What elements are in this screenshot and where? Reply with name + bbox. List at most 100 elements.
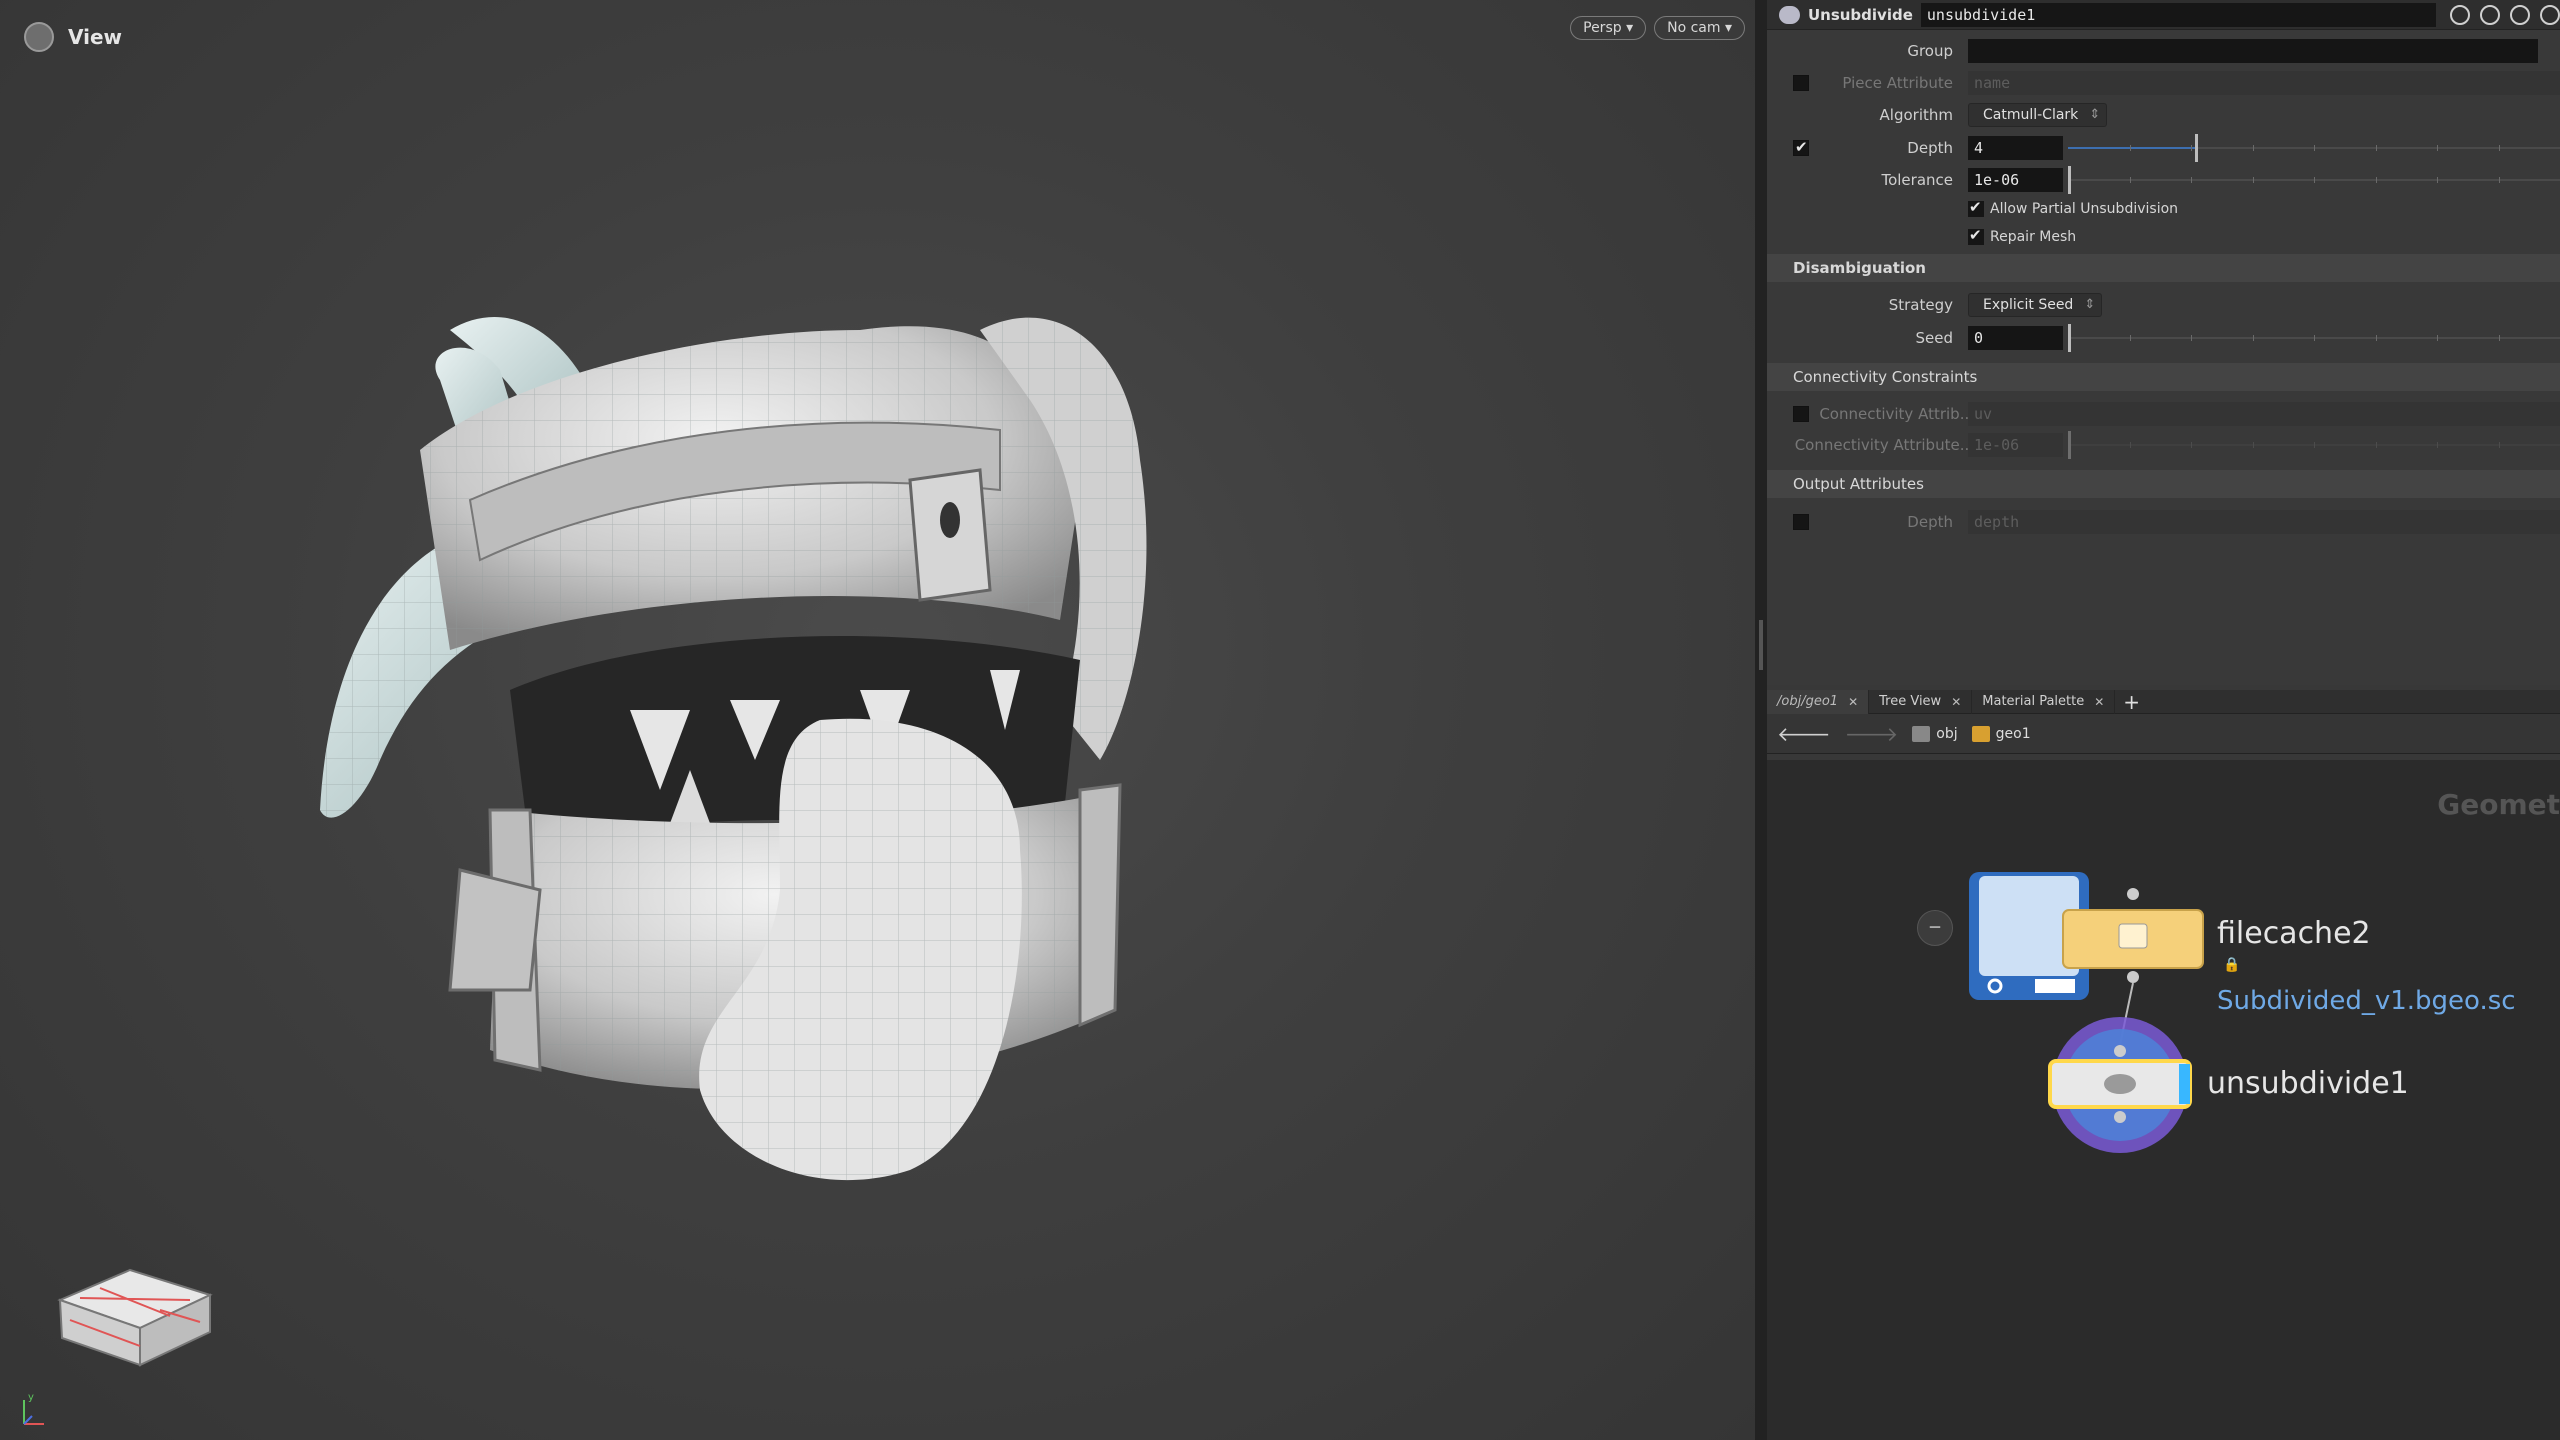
close-icon[interactable]: ✕ <box>2094 695 2104 709</box>
slider-tick <box>2375 177 2377 183</box>
network-editor[interactable]: Geomet – 🔒 filecache2 Subdivided_v1.bgeo… <box>1767 760 2560 1440</box>
output-depth-toggle[interactable] <box>1793 514 1809 530</box>
tab-tree-view[interactable]: Tree View ✕ <box>1869 689 1973 714</box>
seed-row: Seed 0 <box>1767 324 2560 352</box>
slider-tick <box>2437 177 2438 183</box>
algorithm-select[interactable]: Catmull-Clark <box>1968 103 2108 127</box>
slider-tick <box>2314 442 2315 448</box>
slider-tick <box>2191 335 2192 341</box>
gear-icon[interactable] <box>2450 4 2470 25</box>
seed-slider-handle[interactable] <box>2068 324 2071 352</box>
right-panel: Unsubdivide unsubdivide1 Group Piece Att… <box>1767 0 2560 1440</box>
houdini-app: View Persp ▾ No cam ▾ y Unsubdivide unsu… <box>0 0 2560 1440</box>
strategy-label: Strategy <box>1888 296 1953 314</box>
depth-slider-handle[interactable] <box>2194 134 2198 162</box>
forward-arrow-icon[interactable]: 🡒 <box>1845 722 1899 746</box>
viewport-camera-controls: Persp ▾ No cam ▾ <box>1570 16 1745 40</box>
breadcrumb-obj[interactable]: obj <box>1912 725 1958 742</box>
tab-material-palette[interactable]: Material Palette ✕ <box>1972 689 2116 714</box>
output-attributes-section[interactable]: Output Attributes <box>1767 470 2560 498</box>
obj-icon <box>1912 725 1931 742</box>
output-depth-row: Depth depth <box>1767 508 2560 536</box>
add-tab-icon[interactable]: + <box>2115 690 2140 714</box>
repair-mesh-row: Repair Mesh <box>1767 223 2560 251</box>
scene-viewport[interactable]: View Persp ▾ No cam ▾ y <box>0 0 1755 1440</box>
unsubdivide-output-port[interactable] <box>2114 1111 2126 1123</box>
repair-mesh-toggle[interactable] <box>1968 226 1984 245</box>
pane-splitter[interactable] <box>1755 0 1767 1440</box>
connectivity-attrib-row: Connectivity Attrib... uv <box>1767 400 2560 428</box>
depth-row: Depth 4 <box>1767 134 2560 162</box>
algorithm-label: Algorithm <box>1879 106 1953 124</box>
display-flag-icon[interactable] <box>2179 1064 2190 1104</box>
partial-unsubdivision-toggle[interactable] <box>1968 198 1984 217</box>
slider-tick <box>2252 442 2254 448</box>
seed-label: Seed <box>1915 329 1954 347</box>
output-depth-field[interactable]: depth <box>1968 510 2560 534</box>
parameter-header: Unsubdivide unsubdivide1 <box>1767 0 2560 30</box>
unsubdivide-node-glyph <box>2104 1074 2136 1094</box>
search-icon[interactable] <box>2510 4 2530 25</box>
group-row: Group <box>1767 37 2560 65</box>
piece-attribute-toggle[interactable] <box>1793 75 1809 91</box>
seed-slider[interactable] <box>2068 324 2560 352</box>
connectivity-section[interactable]: Connectivity Constraints <box>1767 363 2560 391</box>
breadcrumb-obj-label: obj <box>1936 725 1958 742</box>
connectivity-attrib2-field[interactable]: 1e-06 <box>1968 433 2063 457</box>
slider-tick <box>2314 335 2315 341</box>
strategy-select[interactable]: Explicit Seed <box>1968 293 2103 317</box>
parameter-editor: Unsubdivide unsubdivide1 Group Piece Att… <box>1767 0 2560 685</box>
connectivity-attrib-field[interactable]: uv <box>1968 402 2560 426</box>
disambiguation-section[interactable]: Disambiguation <box>1767 254 2560 282</box>
slider-tick <box>2252 145 2254 151</box>
slider-tick <box>2191 145 2192 151</box>
connectivity-attrib-label: Connectivity Attrib... <box>1819 405 1974 423</box>
filecache2-name: filecache2 <box>2217 916 2371 951</box>
persp-menu-button[interactable]: Persp ▾ <box>1570 16 1647 40</box>
piece-attribute-field[interactable]: name <box>1968 71 2560 95</box>
depth-label: Depth <box>1907 139 1953 157</box>
tolerance-slider-handle[interactable] <box>2068 166 2071 194</box>
close-icon[interactable]: ✕ <box>1848 695 1858 709</box>
view-cube-icon[interactable] <box>40 1250 220 1370</box>
view-icon[interactable] <box>24 22 54 52</box>
help-icon[interactable] <box>2540 4 2560 25</box>
unsubdivide-input-port[interactable] <box>2114 1045 2126 1057</box>
slider-tick <box>2191 177 2192 183</box>
slider-tick <box>2437 335 2438 341</box>
node-graph <box>1969 872 2204 1153</box>
connectivity-attrib2-label: Connectivity Attribute... <box>1794 436 1974 454</box>
repair-mesh-label: Repair Mesh <box>1990 229 2077 245</box>
camera-menu-button[interactable]: No cam ▾ <box>1654 16 1745 40</box>
seed-field[interactable]: 0 <box>1968 326 2063 350</box>
algorithm-row: Algorithm Catmull-Clark <box>1767 101 2560 129</box>
slider-tick <box>2498 145 2500 151</box>
geo-icon <box>1971 725 1990 742</box>
depth-field[interactable]: 4 <box>1968 136 2063 160</box>
piece-attribute-row: Piece Attribute name <box>1767 69 2560 97</box>
tolerance-slider[interactable] <box>2068 166 2560 194</box>
tolerance-field[interactable]: 1e-06 <box>1968 168 2063 192</box>
tab-material-palette-label: Material Palette <box>1982 694 2085 709</box>
connectivity-attrib-toggle[interactable] <box>1793 406 1809 422</box>
strategy-row: Strategy Explicit Seed <box>1767 291 2560 319</box>
slider-tick <box>2437 442 2438 448</box>
connectivity-attrib2-slider[interactable] <box>2068 431 2560 459</box>
filecache-output-port[interactable] <box>2127 971 2139 983</box>
depth-toggle[interactable] <box>1793 138 1809 156</box>
slider-tick <box>2252 177 2254 183</box>
connectivity-slider-handle[interactable] <box>2068 431 2071 459</box>
group-field[interactable] <box>1968 39 2538 63</box>
filecache-input-port[interactable] <box>2127 888 2139 900</box>
slider-tick <box>2129 442 2131 448</box>
tab-network[interactable]: /obj/geo1 ✕ <box>1767 689 1870 714</box>
partial-unsubdivision-row: Allow Partial Unsubdivision <box>1767 195 2560 223</box>
brush-icon[interactable] <box>2480 4 2500 25</box>
breadcrumb-geo[interactable]: geo1 <box>1971 725 2031 742</box>
back-arrow-icon[interactable]: 🡐 <box>1777 722 1831 746</box>
slider-tick <box>2437 145 2438 151</box>
node-name-field[interactable]: unsubdivide1 <box>1920 2 2436 27</box>
close-icon[interactable]: ✕ <box>1951 695 1961 709</box>
depth-slider[interactable] <box>2068 134 2560 162</box>
slider-tick <box>2498 442 2500 448</box>
